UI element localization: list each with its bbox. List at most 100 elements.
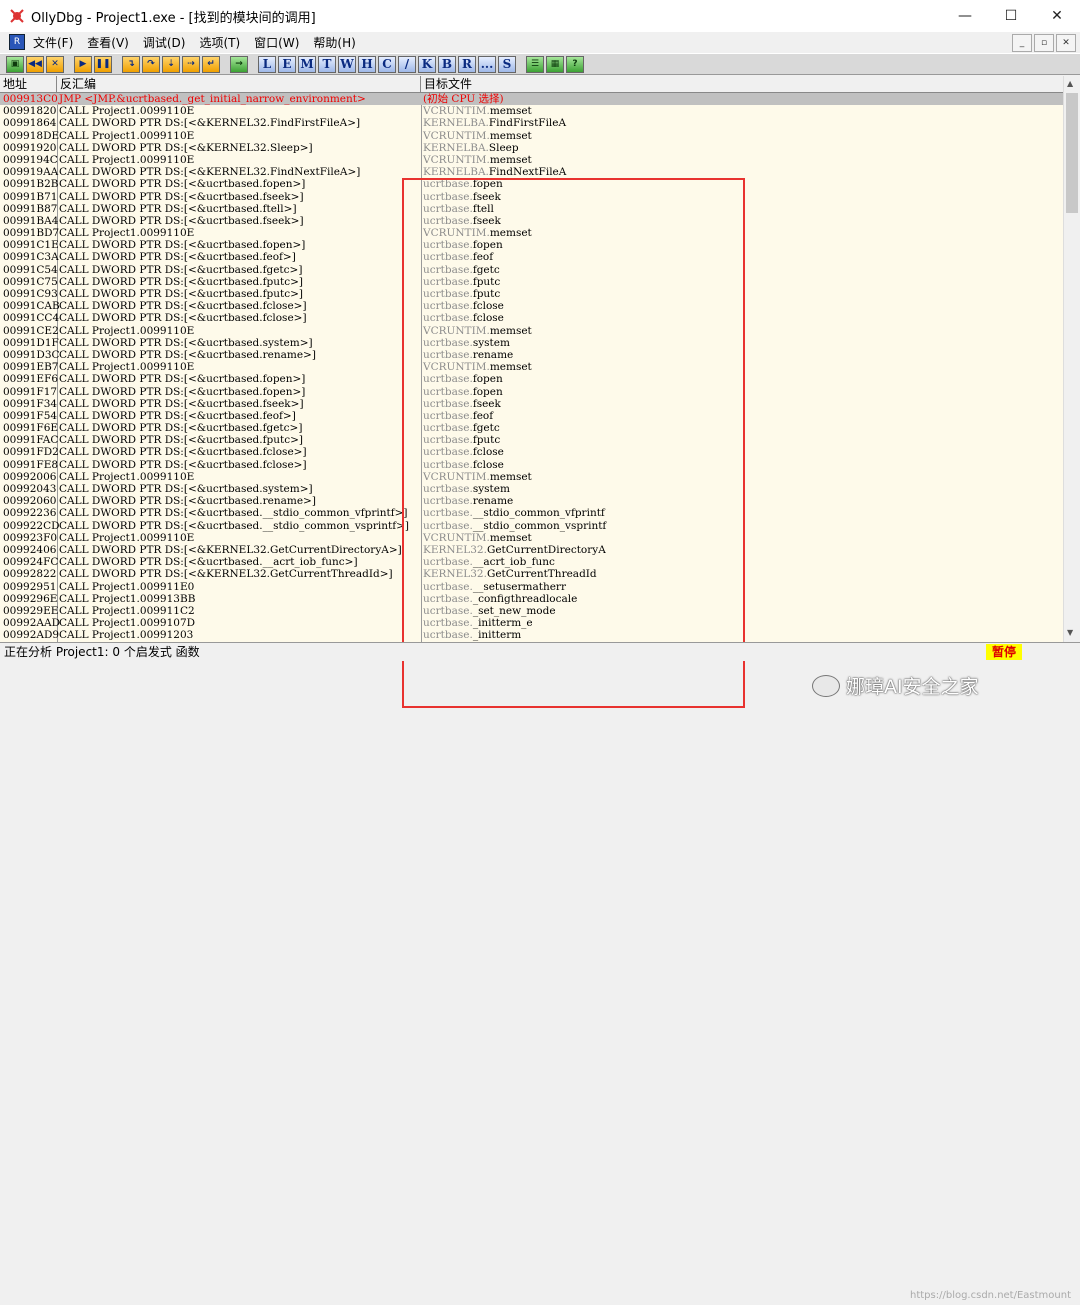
table-row[interactable]: 00991920 CALL DWORD PTR DS:[<&KERNEL32.Sl… — [0, 142, 1063, 154]
close-button[interactable]: ✕ — [1034, 0, 1080, 32]
open-icon[interactable]: ▣ — [6, 55, 24, 73]
table-row[interactable]: 00991EF6 CALL DWORD PTR DS:[<&ucrtbased.f… — [0, 373, 1063, 385]
patches-window-button[interactable]: / — [398, 55, 416, 73]
table-row[interactable]: 00991CC4 CALL DWORD PTR DS:[<&ucrtbased.f… — [0, 312, 1063, 324]
row-function-name: FindFirstFileA — [488, 117, 567, 130]
trace-into-icon[interactable]: ⇣ — [162, 55, 180, 73]
table-row[interactable]: 00992822 CALL DWORD PTR DS:[<&KERNEL32.Ge… — [0, 568, 1063, 580]
table-row[interactable]: 00991D3C CALL DWORD PTR DS:[<&ucrtbased.r… — [0, 349, 1063, 361]
menu-view[interactable]: 查看(V) — [87, 34, 129, 51]
table-row[interactable]: 00991F17 CALL DWORD PTR DS:[<&ucrtbased.f… — [0, 386, 1063, 398]
row-disassembly: CALL DWORD PTR DS:[<&ucrtbased.ftell>] — [59, 202, 297, 215]
maximize-button[interactable]: ☐ — [988, 0, 1034, 32]
table-row[interactable]: 00991C3A CALL DWORD PTR DS:[<&ucrtbased.f… — [0, 251, 1063, 263]
cpu-window-button[interactable]: C — [378, 55, 396, 73]
table-row[interactable]: 0099296E CALL Project1.009913BB ucrtbase._… — [0, 593, 1063, 605]
table-row[interactable]: 00991820 CALL Project1.0099110E VCRUNTIM.m… — [0, 105, 1063, 117]
table-row[interactable]: 00991FAC CALL DWORD PTR DS:[<&ucrtbased.f… — [0, 434, 1063, 446]
table-row[interactable]: 00991F34 CALL DWORD PTR DS:[<&ucrtbased.f… — [0, 398, 1063, 410]
scroll-down-icon[interactable]: ▼ — [1067, 628, 1073, 637]
table-row[interactable]: 00991B71 CALL DWORD PTR DS:[<&ucrtbased.f… — [0, 191, 1063, 203]
table-row[interactable]: 009924FC CALL DWORD PTR DS:[<&ucrtbased._… — [0, 556, 1063, 568]
table-row[interactable]: 00992006 CALL Project1.0099110E VCRUNTIM.m… — [0, 471, 1063, 483]
vertical-scrollbar[interactable]: ▲ ▼ — [1063, 76, 1080, 642]
row-target-module: KERNELBA.Sleep — [423, 142, 519, 154]
table-row[interactable]: 00991D1F CALL DWORD PTR DS:[<&ucrtbased.s… — [0, 337, 1063, 349]
table-row[interactable]: 00991C93 CALL DWORD PTR DS:[<&ucrtbased.f… — [0, 288, 1063, 300]
table-row[interactable]: 00991EB7 CALL Project1.0099110E VCRUNTIM.m… — [0, 361, 1063, 373]
call-list[interactable]: 009913C0 JMP <JMP.&ucrtbased._get_initial… — [0, 93, 1063, 642]
trace-over-icon[interactable]: ⇢ — [182, 55, 200, 73]
table-row[interactable]: 00991CAB CALL DWORD PTR DS:[<&ucrtbased.f… — [0, 300, 1063, 312]
table-row[interactable]: 00991F6E CALL DWORD PTR DS:[<&ucrtbased.f… — [0, 422, 1063, 434]
scroll-thumb[interactable] — [1066, 93, 1078, 213]
table-row[interactable]: 00991B2B CALL DWORD PTR DS:[<&ucrtbased.f… — [0, 178, 1063, 190]
grid-icon[interactable]: ▦ — [546, 55, 564, 73]
table-row[interactable]: 00992951 CALL Project1.009911E0 ucrtbase._… — [0, 581, 1063, 593]
table-row[interactable]: 0099194C CALL Project1.0099110E VCRUNTIM.m… — [0, 154, 1063, 166]
callstack-window-button[interactable]: K — [418, 55, 436, 73]
source-window-button[interactable]: S — [498, 55, 516, 73]
row-address: 00991B2B — [3, 178, 59, 191]
mdi-app-icon[interactable]: R — [9, 34, 25, 50]
run-icon[interactable]: ▶ — [74, 55, 92, 73]
log-window-button[interactable]: L — [258, 55, 276, 73]
table-row[interactable]: 009918DE CALL Project1.0099110E VCRUNTIM.m… — [0, 130, 1063, 142]
table-row[interactable]: 009923F0 CALL Project1.0099110E VCRUNTIM.m… — [0, 532, 1063, 544]
windows-window-button[interactable]: W — [338, 55, 356, 73]
table-row[interactable]: 00992060 CALL DWORD PTR DS:[<&ucrtbased.r… — [0, 495, 1063, 507]
breakpoints-window-button[interactable]: B — [438, 55, 456, 73]
close-program-icon[interactable]: ✕ — [46, 55, 64, 73]
table-row[interactable]: 00991FE8 CALL DWORD PTR DS:[<&ucrtbased.f… — [0, 459, 1063, 471]
mdi-close-button[interactable]: ✕ — [1056, 34, 1076, 52]
pause-icon[interactable]: ❚❚ — [94, 55, 112, 73]
mdi-restore-button[interactable]: ▫ — [1034, 34, 1054, 52]
menu-window[interactable]: 窗口(W) — [254, 34, 299, 51]
table-row[interactable]: 00991C1E CALL DWORD PTR DS:[<&ucrtbased.f… — [0, 239, 1063, 251]
table-row[interactable]: 00992AAD CALL Project1.0099107D ucrtbase._… — [0, 617, 1063, 629]
modules-window-button[interactable]: E — [278, 55, 296, 73]
table-row[interactable]: 00991BD7 CALL Project1.0099110E VCRUNTIM.m… — [0, 227, 1063, 239]
column-disassembly[interactable]: 反汇编 — [57, 76, 421, 92]
threads-window-button[interactable]: T — [318, 55, 336, 73]
references-window-button[interactable]: R — [458, 55, 476, 73]
menu-file[interactable]: 文件(F) — [33, 34, 73, 51]
table-row[interactable]: 00991C75 CALL DWORD PTR DS:[<&ucrtbased.f… — [0, 276, 1063, 288]
table-row[interactable]: 00991864 CALL DWORD PTR DS:[<&KERNEL32.Fi… — [0, 117, 1063, 129]
table-row[interactable]: 00991F54 CALL DWORD PTR DS:[<&ucrtbased.f… — [0, 410, 1063, 422]
table-row[interactable]: 00992236 CALL DWORD PTR DS:[<&ucrtbased._… — [0, 507, 1063, 519]
menu-options[interactable]: 选项(T) — [199, 34, 240, 51]
scroll-up-icon[interactable]: ▲ — [1067, 79, 1073, 88]
table-row[interactable]: 00991CE2 CALL Project1.0099110E VCRUNTIM.m… — [0, 325, 1063, 337]
handles-window-button[interactable]: H — [358, 55, 376, 73]
table-row[interactable]: 00991BA4 CALL DWORD PTR DS:[<&ucrtbased.f… — [0, 215, 1063, 227]
mdi-minimize-button[interactable]: _ — [1012, 34, 1032, 52]
table-row[interactable]: 00992406 CALL DWORD PTR DS:[<&KERNEL32.Ge… — [0, 544, 1063, 556]
table-row[interactable]: 00992043 CALL DWORD PTR DS:[<&ucrtbased.s… — [0, 483, 1063, 495]
row-function-name: fopen — [472, 385, 503, 398]
restart-icon[interactable]: ◀◀ — [26, 55, 44, 73]
minimize-button[interactable]: — — [942, 0, 988, 32]
table-row[interactable]: 009929EE CALL Project1.009911C2 ucrtbase._… — [0, 605, 1063, 617]
memory-window-button[interactable]: M — [298, 55, 316, 73]
table-row[interactable]: 009913C0 JMP <JMP.&ucrtbased._get_initial… — [0, 93, 1063, 106]
list-icon[interactable]: ☰ — [526, 55, 544, 73]
table-row[interactable]: 009922CD CALL DWORD PTR DS:[<&ucrtbased._… — [0, 520, 1063, 532]
table-row[interactable]: 009919AA CALL DWORD PTR DS:[<&KERNEL32.Fi… — [0, 166, 1063, 178]
help-icon[interactable]: ? — [566, 55, 584, 73]
row-disassembly: CALL DWORD PTR DS:[<&ucrtbased.rename>] — [59, 348, 316, 361]
execute-till-return-icon[interactable]: ↵ — [202, 55, 220, 73]
column-target[interactable]: 目标文件 — [421, 76, 1063, 92]
table-row[interactable]: 00991C54 CALL DWORD PTR DS:[<&ucrtbased.f… — [0, 264, 1063, 276]
menu-help[interactable]: 帮助(H) — [313, 34, 355, 51]
row-disassembly: CALL DWORD PTR DS:[<&ucrtbased.system>] — [59, 336, 313, 349]
menu-debug[interactable]: 调试(D) — [143, 34, 186, 51]
table-row[interactable]: 00992AD9 CALL Project1.00991203 ucrtbase._… — [0, 629, 1063, 641]
goto-icon[interactable]: → — [230, 55, 248, 73]
run-trace-window-button[interactable]: ... — [478, 55, 496, 73]
table-row[interactable]: 00991FD2 CALL DWORD PTR DS:[<&ucrtbased.f… — [0, 446, 1063, 458]
step-into-icon[interactable]: ↴ — [122, 55, 140, 73]
step-over-icon[interactable]: ↷ — [142, 55, 160, 73]
table-row[interactable]: 00991B87 CALL DWORD PTR DS:[<&ucrtbased.f… — [0, 203, 1063, 215]
column-address[interactable]: 地址 — [0, 76, 57, 92]
